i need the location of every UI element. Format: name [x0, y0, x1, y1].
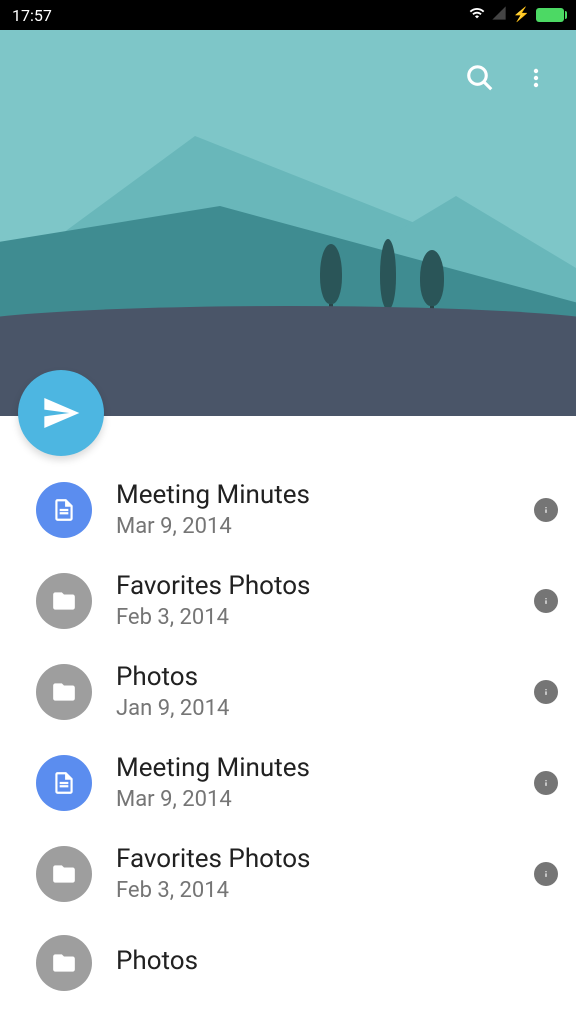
status-bar: 17:57 ⚡ — [0, 0, 576, 30]
item-text: Favorites Photos Feb 3, 2014 — [116, 571, 510, 630]
list-item[interactable]: Meeting Minutes Mar 9, 2014 — [0, 464, 576, 555]
item-title: Meeting Minutes — [116, 753, 510, 783]
item-text: Photos Jan 9, 2014 — [116, 662, 510, 721]
item-text: Meeting Minutes Mar 9, 2014 — [116, 480, 510, 539]
folder-icon — [36, 573, 92, 629]
more-menu-button[interactable] — [512, 54, 560, 102]
header-banner — [0, 30, 576, 416]
folder-icon — [36, 935, 92, 991]
list-item[interactable]: Favorites Photos Feb 3, 2014 — [0, 828, 576, 919]
signal-icon — [491, 5, 507, 25]
folder-icon — [36, 846, 92, 902]
item-title: Photos — [116, 662, 510, 692]
item-date: Mar 9, 2014 — [116, 787, 510, 812]
list-item[interactable]: Meeting Minutes Mar 9, 2014 — [0, 737, 576, 828]
info-button[interactable] — [534, 589, 558, 613]
info-button[interactable] — [534, 498, 558, 522]
item-title: Favorites Photos — [116, 844, 510, 874]
item-title: Meeting Minutes — [116, 480, 510, 510]
status-time: 17:57 — [12, 6, 52, 25]
document-icon — [36, 482, 92, 538]
item-title: Photos — [116, 946, 558, 976]
list-item[interactable]: Photos Jan 9, 2014 — [0, 646, 576, 737]
file-list: Meeting Minutes Mar 9, 2014 Favorites Ph… — [0, 416, 576, 1007]
info-button[interactable] — [534, 771, 558, 795]
wifi-icon — [469, 5, 485, 25]
battery-icon — [536, 8, 564, 22]
list-item[interactable]: Photos — [0, 919, 576, 1007]
item-date: Jan 9, 2014 — [116, 696, 510, 721]
item-date: Feb 3, 2014 — [116, 878, 510, 903]
item-text: Photos — [116, 946, 558, 980]
search-button[interactable] — [456, 54, 504, 102]
charging-icon: ⚡ — [513, 7, 530, 23]
send-fab[interactable] — [18, 370, 104, 456]
info-button[interactable] — [534, 680, 558, 704]
item-text: Favorites Photos Feb 3, 2014 — [116, 844, 510, 903]
item-title: Favorites Photos — [116, 571, 510, 601]
info-button[interactable] — [534, 862, 558, 886]
item-date: Mar 9, 2014 — [116, 514, 510, 539]
item-date: Feb 3, 2014 — [116, 605, 510, 630]
toolbar — [440, 42, 576, 114]
folder-icon — [36, 664, 92, 720]
item-text: Meeting Minutes Mar 9, 2014 — [116, 753, 510, 812]
status-icons: ⚡ — [469, 5, 564, 25]
document-icon — [36, 755, 92, 811]
list-item[interactable]: Favorites Photos Feb 3, 2014 — [0, 555, 576, 646]
